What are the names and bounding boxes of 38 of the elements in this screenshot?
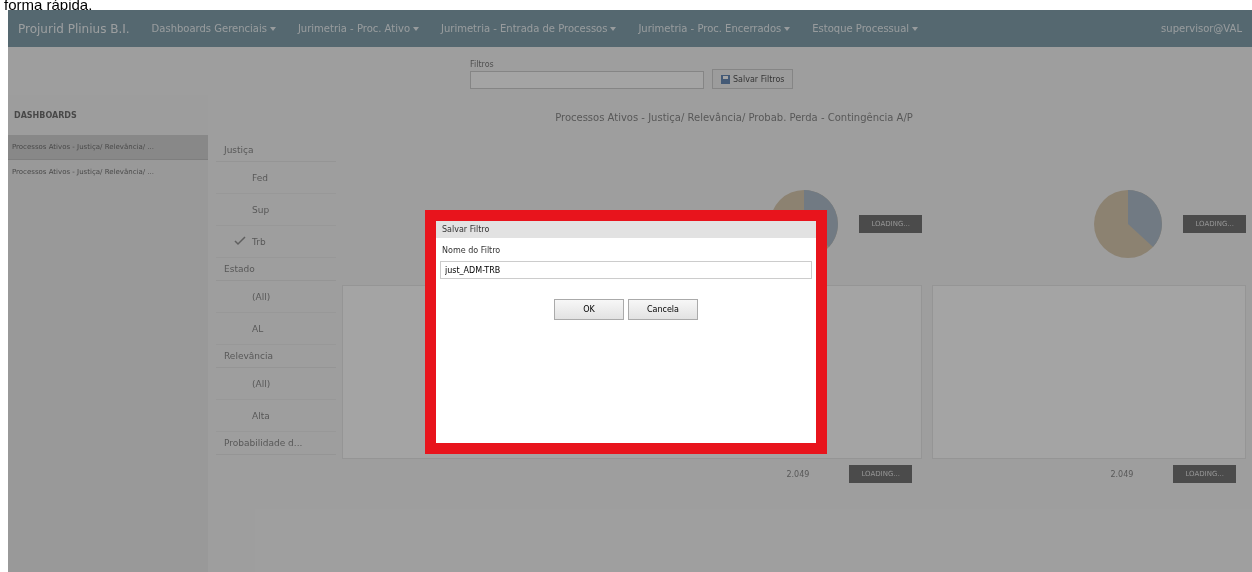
nav-menu[interactable]: Estoque Processual <box>812 23 919 34</box>
caret-icon <box>784 26 791 31</box>
slicer-item[interactable]: Trb <box>216 226 336 258</box>
caret-icon <box>413 26 420 31</box>
filter-label: Filtros <box>470 60 495 69</box>
slicer-item[interactable]: Fed <box>216 162 336 194</box>
slicer-title: Relevância <box>224 351 273 361</box>
check-icon <box>234 235 246 246</box>
sidebar-heading: DASHBOARDS <box>8 95 208 135</box>
slicer-item[interactable]: Alta <box>216 400 336 432</box>
caret-icon <box>610 26 617 31</box>
slicer-item[interactable]: AL <box>216 313 336 345</box>
app-brand: Projurid Plinius B.I. <box>18 21 130 36</box>
slicer-title: Estado <box>224 264 255 274</box>
slicer-item[interactable]: Sup <box>216 194 336 226</box>
nav-menu[interactable]: Jurimetria - Proc. Ativo <box>297 23 420 34</box>
caret-icon <box>269 26 276 31</box>
slicer-item[interactable]: (All) <box>216 368 336 400</box>
nav-menu[interactable]: Jurimetria - Proc. Encerrados <box>638 23 791 34</box>
dialog-button[interactable]: Cancela <box>628 299 698 320</box>
field-label: Nome do Filtro <box>441 246 502 255</box>
slicer-title: Justiça <box>224 145 254 155</box>
total-value: 2.049 <box>786 469 810 479</box>
report-title: Processos Ativos - Justiça/ Relevância/ Probab. Perda - Contingência A/P <box>555 111 913 123</box>
total-value: 2.049 <box>1110 469 1134 479</box>
floppy-icon <box>721 74 730 84</box>
nav-menu[interactable]: Dashboards Gerenciais <box>151 23 276 34</box>
dialog-title: Salvar Filtro <box>436 221 816 238</box>
filter-name-field[interactable]: just_ADM-TRB <box>440 261 812 279</box>
nav-menu[interactable]: Jurimetria - Entrada de Processos <box>441 23 617 34</box>
dialog-button[interactable]: OK <box>554 299 624 320</box>
filter-dropdown[interactable] <box>470 71 704 89</box>
save-filters-button[interactable]: Salvar Filtros <box>712 69 794 89</box>
caret-icon <box>912 26 919 31</box>
slicer-item[interactable]: (All) <box>216 281 336 313</box>
pie-chart-drawing <box>1093 189 1164 259</box>
slicer-title: Probabilidade d... <box>224 438 303 448</box>
user-menu[interactable]: supervisor@VAL <box>1161 23 1242 34</box>
